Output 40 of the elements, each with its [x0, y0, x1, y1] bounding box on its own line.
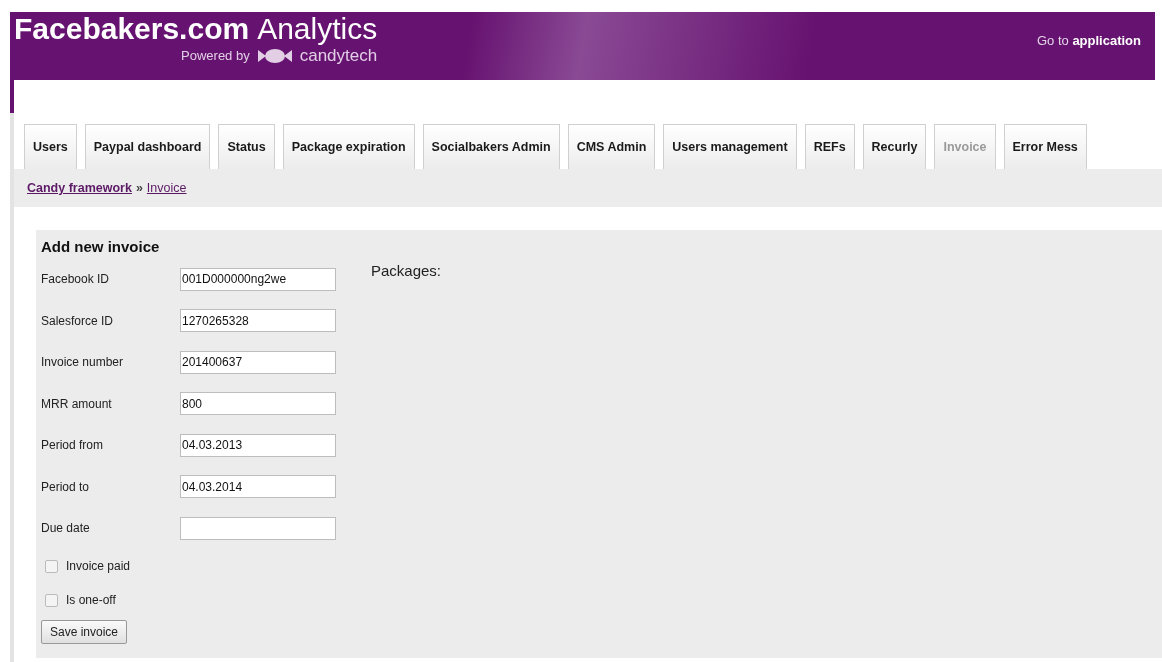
- checkbox[interactable]: [45, 559, 58, 573]
- field-label: Facebook ID: [41, 271, 111, 289]
- go-to-application-link[interactable]: Go to application: [1036, 31, 1141, 51]
- candytech-logo-text: candytech: [299, 47, 378, 65]
- checkbox[interactable]: [45, 593, 58, 607]
- packages-heading: Packages:: [371, 261, 442, 281]
- nav-tab[interactable]: Paypal dashboard: [84, 124, 211, 169]
- breadcrumb-link[interactable]: Invoice: [146, 178, 187, 198]
- text-field[interactable]: 04.03.2013: [180, 433, 336, 457]
- checkbox-label: Invoice paid: [66, 558, 131, 575]
- nav-tab[interactable]: Users management: [663, 124, 797, 169]
- nav-tab[interactable]: Status: [218, 124, 275, 169]
- field-label: Salesforce ID: [41, 312, 115, 330]
- checkbox-label: Is one-off: [66, 592, 116, 609]
- text-field[interactable]: 001D000000ng2we: [180, 267, 336, 291]
- breadcrumb-link[interactable]: Candy framework: [27, 178, 132, 198]
- field-label: Invoice number: [41, 354, 125, 372]
- field-label: Due date: [41, 520, 91, 538]
- breadcrumb-separator: »: [135, 179, 143, 197]
- text-field[interactable]: [180, 516, 336, 540]
- field-label: Period to: [41, 478, 91, 496]
- text-field[interactable]: 1270265328: [180, 309, 336, 333]
- text-field[interactable]: 201400637: [180, 350, 336, 374]
- save-invoice-button[interactable]: Save invoice: [41, 620, 128, 644]
- candy-icon: [255, 46, 294, 65]
- brand-subtitle: Analytics: [257, 14, 378, 44]
- nav-tab[interactable]: REFs: [804, 124, 855, 169]
- nav-tab[interactable]: Socialbakers Admin: [422, 124, 560, 169]
- field-label: MRR amount: [41, 395, 113, 413]
- nav-tab[interactable]: Recurly: [862, 124, 927, 169]
- powered-by-text: Powered by: [181, 47, 250, 65]
- text-field[interactable]: 800: [180, 392, 336, 416]
- nav-tab[interactable]: CMS Admin: [567, 124, 656, 169]
- field-label: Period from: [41, 437, 105, 455]
- nav-tab[interactable]: Users: [24, 124, 77, 169]
- form-title: Add new invoice: [41, 237, 161, 257]
- nav-tab[interactable]: Error Mess: [1003, 124, 1087, 169]
- nav-tab[interactable]: Package expiration: [282, 124, 415, 169]
- brand-title: Facebakers.com: [14, 14, 250, 44]
- text-field[interactable]: 04.03.2014: [180, 475, 336, 499]
